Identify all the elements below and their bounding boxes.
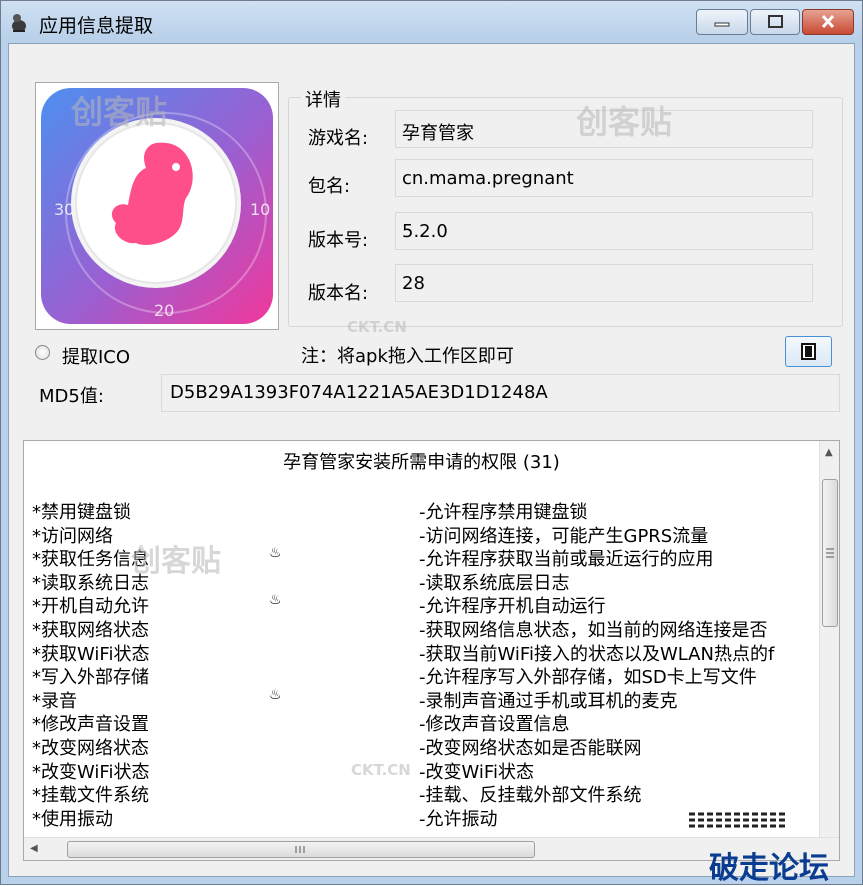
vertical-scroll-thumb[interactable]: [822, 479, 838, 627]
permission-row[interactable]: *改变WiFi状态 -改变WiFi状态: [24, 758, 819, 783]
permission-description: -允许振动: [419, 808, 498, 830]
permission-name: *写入外部存储: [32, 667, 149, 689]
sensitive-permission-icon: ♨: [269, 686, 282, 703]
permission-row[interactable]: *挂载文件系统 -挂载、反挂载外部文件系统: [24, 781, 819, 807]
app-logo-icon: [12, 14, 26, 32]
md5-label: MD5值:: [39, 386, 104, 407]
permission-description: -录制声音通过手机或耳机的麦克: [419, 690, 678, 712]
permission-description: -允许程序获取当前或最近运行的应用: [419, 549, 714, 571]
permission-description: -挂载、反挂载外部文件系统: [419, 785, 642, 807]
scroll-left-icon[interactable]: ◀: [30, 843, 38, 854]
logo-tick-10: 10: [250, 200, 270, 219]
permission-name: *获取网络状态: [32, 620, 149, 641]
copy-button[interactable]: [785, 336, 832, 367]
permission-name: *获取WiFi状态: [32, 643, 150, 665]
client-area: 30 10 20 详情 游戏名: 孕育管家 包名: cn.mama.pregna…: [8, 43, 855, 877]
permission-name: *改变网络状态: [32, 738, 149, 759]
drag-apk-hint: 注：将apk拖入工作区即可: [301, 346, 514, 367]
watermark: 创客贴: [576, 103, 673, 141]
permission-name: *改变WiFi状态: [32, 761, 150, 783]
permissions-header: 孕育管家安装所需申请的权限 (31): [283, 452, 560, 473]
permission-description: -获取网络信息状态，如当前的网络连接是否: [419, 620, 768, 641]
permission-name: *开机自动允许: [32, 596, 149, 618]
permission-row[interactable]: *禁用键盘锁 -允许程序禁用键盘锁: [24, 498, 819, 523]
logo-tick-20: 20: [154, 301, 174, 320]
window-title: 应用信息提取: [39, 15, 154, 37]
vertical-scrollbar[interactable]: ▲: [819, 441, 839, 837]
minimize-button[interactable]: [696, 9, 748, 35]
game-name-label: 游戏名:: [308, 128, 369, 149]
grip-lines-icon: [826, 548, 834, 558]
extract-ico-radio[interactable]: [35, 345, 50, 360]
permission-name: *录音: [32, 690, 77, 712]
permission-description: -修改声音设置信息: [419, 714, 570, 736]
permission-row[interactable]: *录音 ♨ -录制声音通过手机或耳机的麦克: [24, 686, 819, 712]
md5-field[interactable]: D5B29A1393F074A1221A5AE3D1D1248A: [161, 374, 840, 412]
watermark-stamp-icon: [683, 809, 793, 831]
app-window: 应用信息提取 30 10 20 详情 游戏名: 孕育管家 包名: cn.mama…: [0, 0, 863, 886]
sensitive-permission-icon: ♨: [269, 545, 282, 562]
permission-row[interactable]: *写入外部存储 -允许程序写入外部存储，如SD卡上写文件: [24, 663, 819, 689]
package-name-field[interactable]: cn.mama.pregnant: [395, 159, 813, 197]
copy-icon: [801, 343, 816, 360]
watermark: 创客贴: [131, 544, 221, 579]
permission-name: *访问网络: [32, 525, 113, 547]
version-name-field[interactable]: 28: [395, 264, 813, 302]
permission-row[interactable]: *改变网络状态 -改变网络状态如是否能联网: [24, 734, 819, 759]
permission-description: -改变WiFi状态: [419, 761, 534, 783]
minimize-icon: [714, 22, 730, 27]
close-icon: [821, 14, 835, 29]
close-button[interactable]: [802, 9, 854, 35]
maximize-icon: [768, 15, 783, 28]
permission-row[interactable]: *修改声音设置 -修改声音设置信息: [24, 710, 819, 736]
maximize-button[interactable]: [750, 9, 800, 35]
permission-row[interactable]: *获取网络状态 -获取网络信息状态，如当前的网络连接是否: [24, 616, 819, 641]
permission-description: -获取当前WiFi接入的状态以及WLAN热点的f: [419, 643, 775, 665]
permission-description: -读取系统底层日志: [419, 572, 570, 594]
permission-row[interactable]: *获取WiFi状态 -获取当前WiFi接入的状态以及WLAN热点的f: [24, 640, 819, 665]
version-code-field[interactable]: 5.2.0: [395, 212, 813, 250]
version-code-label: 版本号:: [308, 230, 369, 251]
permissions-list[interactable]: 孕育管家安装所需申请的权限 (31) *禁用键盘锁 -允许程序禁用键盘锁 *访问网络…: [23, 440, 840, 861]
details-group-label: 详情: [301, 86, 345, 112]
permission-description: -访问网络连接，可能产生GPRS流量: [419, 525, 709, 547]
horizontal-scroll-thumb[interactable]: [67, 841, 535, 858]
watermark: 创客贴: [71, 93, 168, 131]
permission-name: *使用振动: [32, 808, 113, 830]
watermark: CKT.CN: [347, 318, 407, 336]
permission-description: -改变网络状态如是否能联网: [419, 738, 642, 759]
permission-name: *挂载文件系统: [32, 785, 149, 807]
scroll-up-icon[interactable]: ▲: [825, 447, 833, 458]
permission-name: *禁用键盘锁: [32, 502, 131, 523]
permission-description: -允许程序禁用键盘锁: [419, 502, 588, 523]
permission-row[interactable]: *开机自动允许 ♨ -允许程序开机自动运行: [24, 592, 819, 618]
version-name-label: 版本名:: [308, 283, 369, 304]
forum-watermark: 破走论坛: [709, 851, 829, 886]
permission-name: *修改声音设置: [32, 714, 149, 736]
title-bar[interactable]: 应用信息提取: [1, 1, 862, 43]
extract-ico-label[interactable]: 提取ICO: [62, 343, 130, 369]
grip-lines-icon: [295, 846, 305, 853]
watermark: CKT.CN: [351, 761, 411, 779]
permission-description: -允许程序写入外部存储，如SD卡上写文件: [419, 667, 757, 689]
sensitive-permission-icon: ♨: [269, 592, 282, 609]
package-name-label: 包名:: [308, 176, 351, 197]
permission-description: -允许程序开机自动运行: [419, 596, 606, 618]
